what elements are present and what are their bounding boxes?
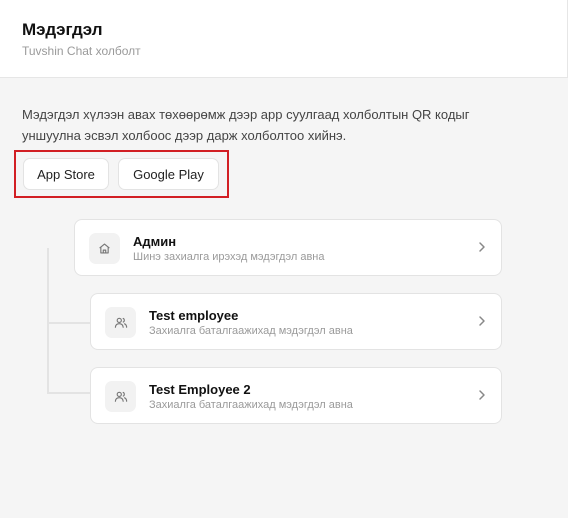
instructions-text: Мэдэгдэл хүлээн авах төхөөрөмж дээр app … [22,107,470,143]
tree-line [47,248,49,394]
recipient-subtitle: Захиалга баталгаажихад мэдэгдэл авна [149,399,353,411]
tree-branch [47,322,91,324]
recipient-card-admin[interactable]: Админ Шинэ захиалга ирэхэд мэдэгдэл авна [74,219,502,276]
recipient-subtitle: Шинэ захиалга ирэхэд мэдэгдэл авна [133,251,325,263]
users-icon [105,381,136,412]
recipient-name: Test employee [149,308,239,323]
chevron-right-icon [477,240,487,259]
page-title: Мэдэгдэл [22,20,103,39]
google-play-button[interactable]: Google Play [118,158,219,190]
page-header: Мэдэгдэл Tuvshin Chat холболт [0,0,568,78]
recipient-subtitle: Захиалга баталгаажихад мэдэгдэл авна [149,325,353,337]
recipient-name: Админ [133,234,177,249]
users-icon [105,307,136,338]
recipient-card-employee-2[interactable]: Test Employee 2 Захиалга баталгаажихад м… [90,367,502,424]
tree-branch [47,392,91,394]
app-store-button[interactable]: App Store [23,158,109,190]
recipient-name: Test Employee 2 [149,382,251,397]
chevron-right-icon [477,314,487,333]
recipient-card-employee[interactable]: Test employee Захиалга баталгаажихад мэд… [90,293,502,350]
chevron-right-icon [477,388,487,407]
page-subtitle: Tuvshin Chat холболт [22,44,141,58]
home-icon [89,233,120,264]
